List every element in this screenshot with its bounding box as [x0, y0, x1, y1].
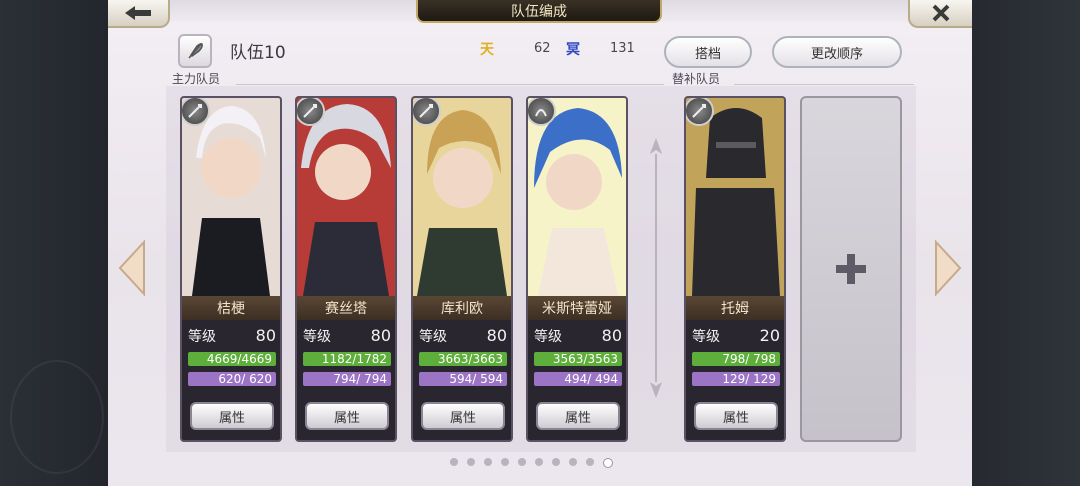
member-mp: 794/ 794	[303, 372, 391, 386]
member-card-4[interactable]: 米斯特蕾娅 等级 80 3563/3563 494/ 494 属性	[526, 96, 628, 442]
main-members-label: 主力队员	[172, 72, 221, 86]
member-level: 20	[759, 326, 780, 345]
sub-members-label: 替补队员	[672, 72, 721, 86]
member-mp: 620/ 620	[188, 372, 276, 386]
character-portrait	[686, 98, 784, 296]
member-hp: 3563/3563	[534, 352, 622, 366]
sub-members-line	[734, 84, 914, 85]
level-label: 等级	[534, 329, 562, 345]
quill-icon	[188, 43, 203, 59]
member-level: 80	[255, 326, 276, 345]
left-background	[0, 0, 108, 486]
level-label: 等级	[303, 329, 331, 345]
page-dot[interactable]	[552, 458, 560, 466]
partner-button[interactable]: 搭档	[664, 36, 752, 68]
level-label: 等级	[692, 329, 720, 345]
level-label: 等级	[188, 329, 216, 345]
weapon-type-icon	[528, 98, 556, 126]
level-label: 等级	[419, 329, 447, 345]
back-button[interactable]	[108, 0, 170, 28]
attribute-button[interactable]: 属性	[305, 402, 389, 430]
weapon-type-icon	[686, 98, 714, 126]
member-card-2[interactable]: 赛丝塔 等级 80 1182/1782 794/ 794 属性	[295, 96, 397, 442]
plus-icon	[836, 254, 866, 284]
change-order-button[interactable]: 更改顺序	[772, 36, 902, 68]
page-dot[interactable]	[518, 458, 526, 466]
member-name: 托姆	[686, 296, 784, 320]
underworld-currency-value: 131	[610, 41, 635, 56]
member-level-row: 等级 80	[303, 326, 391, 346]
member-name: 桔梗	[182, 296, 280, 320]
member-mp: 129/ 129	[692, 372, 780, 386]
page-dot[interactable]	[586, 458, 594, 466]
weapon-type-icon	[182, 98, 210, 126]
page-dot[interactable]	[501, 458, 509, 466]
next-page-arrow-icon[interactable]	[934, 240, 962, 296]
attribute-button[interactable]: 属性	[536, 402, 620, 430]
character-portrait	[413, 98, 511, 296]
back-arrow-icon	[125, 6, 151, 20]
page-dot[interactable]	[535, 458, 543, 466]
underworld-currency-icon: 冥	[566, 42, 580, 58]
team-row: 队伍10 天 62 冥 131	[178, 34, 648, 68]
page-dot[interactable]	[603, 458, 613, 468]
attribute-button[interactable]: 属性	[421, 402, 505, 430]
member-name: 米斯特蕾娅	[528, 296, 626, 320]
member-mp: 494/ 494	[534, 372, 622, 386]
close-icon	[932, 4, 950, 22]
member-hp: 4669/4669	[188, 352, 276, 366]
weapon-type-icon	[297, 98, 325, 126]
member-name: 赛丝塔	[297, 296, 395, 320]
character-portrait	[297, 98, 395, 296]
member-level-row: 等级 20	[692, 326, 780, 346]
member-level: 80	[370, 326, 391, 345]
member-level: 80	[601, 326, 622, 345]
member-hp: 1182/1782	[303, 352, 391, 366]
page-dot[interactable]	[467, 458, 475, 466]
member-card-3[interactable]: 库利欧 等级 80 3663/3663 594/ 594 属性	[411, 96, 513, 442]
member-mp: 594/ 594	[419, 372, 507, 386]
weapon-type-icon	[413, 98, 441, 126]
member-level: 80	[486, 326, 507, 345]
close-button[interactable]	[908, 0, 972, 28]
member-hp: 798/ 798	[692, 352, 780, 366]
page-dot[interactable]	[450, 458, 458, 466]
right-background	[972, 0, 1080, 486]
member-hp: 3663/3663	[419, 352, 507, 366]
previous-page-arrow-icon[interactable]	[118, 240, 146, 296]
page-dot[interactable]	[569, 458, 577, 466]
team-name: 队伍10	[230, 43, 286, 63]
member-level-row: 等级 80	[534, 326, 622, 346]
heaven-currency-icon: 天	[480, 42, 494, 58]
attribute-button[interactable]: 属性	[190, 402, 274, 430]
pagination-dots	[450, 458, 613, 468]
member-card-1[interactable]: 桔梗 等级 80 4669/4669 620/ 620 属性	[180, 96, 282, 442]
page-dot[interactable]	[484, 458, 492, 466]
edit-team-name-button[interactable]	[178, 34, 212, 68]
character-portrait	[528, 98, 626, 296]
member-level-row: 等级 80	[188, 326, 276, 346]
attribute-button[interactable]: 属性	[694, 402, 778, 430]
member-level-row: 等级 80	[419, 326, 507, 346]
sub-member-card-1[interactable]: 托姆 等级 20 798/ 798 129/ 129 属性	[684, 96, 786, 442]
heaven-currency-value: 62	[534, 41, 551, 56]
empty-member-slot[interactable]	[800, 96, 902, 442]
member-name: 库利欧	[413, 296, 511, 320]
divider-arrows	[650, 138, 662, 398]
page-title: 队伍编成	[416, 0, 662, 23]
main-members-line	[236, 84, 664, 85]
character-portrait	[182, 98, 280, 296]
